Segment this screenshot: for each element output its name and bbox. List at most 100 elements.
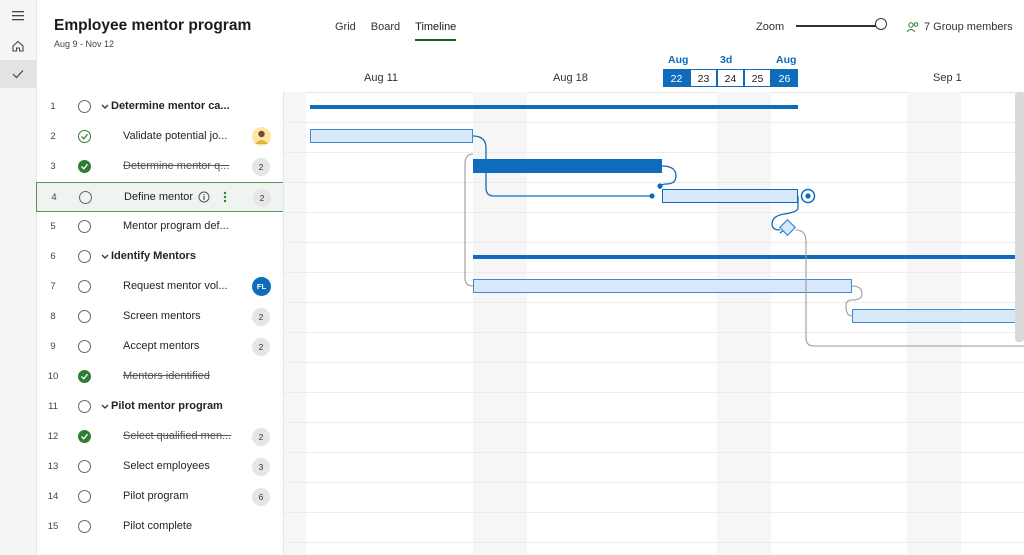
day-cell[interactable]: 26 xyxy=(771,69,798,87)
task-row[interactable]: 6 Identify Mentors xyxy=(36,242,284,272)
status-circle-icon[interactable] xyxy=(78,280,91,293)
day-cell[interactable]: 22 xyxy=(663,69,690,87)
task-row[interactable]: 8 Screen mentors 2 xyxy=(36,302,284,332)
avatar xyxy=(252,127,271,146)
day-cell[interactable]: 23 xyxy=(690,69,717,87)
status-circle-icon[interactable] xyxy=(78,460,91,473)
view-tabs: Grid Board Timeline xyxy=(335,21,471,41)
zoom-slider[interactable] xyxy=(796,25,882,27)
task-row[interactable]: 5 Mentor program def... xyxy=(36,212,284,242)
date-range: Aug 9 - Nov 12 xyxy=(54,39,115,49)
info-icon[interactable] xyxy=(198,191,210,203)
hamburger-icon[interactable] xyxy=(0,2,36,30)
status-done-icon[interactable] xyxy=(78,430,91,443)
task-name: Mentors identified xyxy=(123,370,210,382)
attachment-badge: 2 xyxy=(252,338,270,356)
day-cell[interactable]: 25 xyxy=(744,69,771,87)
task-row[interactable]: 14 Pilot program 6 xyxy=(36,482,284,512)
task-number: 3 xyxy=(50,161,56,172)
attachment-badge: 6 xyxy=(252,488,270,506)
status-check-icon[interactable] xyxy=(78,130,91,143)
zoom-slider-thumb[interactable] xyxy=(875,18,887,30)
task-name: Pilot complete xyxy=(123,520,193,532)
status-circle-icon[interactable] xyxy=(78,100,91,113)
status-circle-icon[interactable] xyxy=(78,400,91,413)
task-row[interactable]: 9 Accept mentors 2 xyxy=(36,332,284,362)
status-circle-icon[interactable] xyxy=(78,490,91,503)
task-name: Pilot mentor program xyxy=(111,400,223,412)
people-icon xyxy=(906,22,919,33)
date-label: Aug 11 xyxy=(364,72,399,84)
more-vertical-icon[interactable] xyxy=(223,191,227,203)
task-name: Screen mentors xyxy=(123,310,201,322)
home-icon[interactable] xyxy=(0,32,36,60)
group-members-label: 7 Group members xyxy=(924,21,1013,33)
task-name: Accept mentors xyxy=(123,340,200,352)
task-name: Select qualified men... xyxy=(123,430,232,442)
status-circle-icon[interactable] xyxy=(78,220,91,233)
task-number: 2 xyxy=(50,131,56,142)
task-name: Select employees xyxy=(123,460,210,472)
pane-divider xyxy=(283,92,284,555)
task-row[interactable]: 15 Pilot complete xyxy=(36,512,284,542)
status-circle-icon[interactable] xyxy=(78,340,91,353)
task-number: 6 xyxy=(50,251,56,262)
attachment-badge: 2 xyxy=(253,189,271,207)
attachment-badge: 3 xyxy=(252,458,270,476)
task-number: 4 xyxy=(51,192,57,203)
avatar: FL xyxy=(252,277,271,296)
timeline-grid xyxy=(284,92,1024,555)
status-done-icon[interactable] xyxy=(78,160,91,173)
tab-board[interactable]: Board xyxy=(371,21,400,41)
selection-end-month: Aug xyxy=(776,54,797,66)
task-name: Mentor program def... xyxy=(123,220,229,232)
status-circle-icon[interactable] xyxy=(78,520,91,533)
task-name: Define mentor xyxy=(124,191,194,203)
tab-timeline[interactable]: Timeline xyxy=(415,21,457,41)
left-rail xyxy=(0,0,37,555)
task-row[interactable]: 1 Determine mentor ca... xyxy=(36,92,284,122)
task-row-selected[interactable]: 4 Define mentor 2 xyxy=(36,182,284,212)
task-name: Identify Mentors xyxy=(111,250,196,262)
day-cell[interactable]: 24 xyxy=(717,69,744,87)
task-name: Determine mentor ca... xyxy=(111,100,230,112)
task-number: 5 xyxy=(50,221,56,232)
task-row[interactable]: 7 Request mentor vol... FL xyxy=(36,272,284,302)
task-number: 10 xyxy=(47,371,59,382)
task-number: 8 xyxy=(50,311,56,322)
vertical-scrollbar[interactable] xyxy=(1015,92,1024,342)
task-row[interactable]: 3 Determine mentor q... 2 xyxy=(36,152,284,182)
status-circle-icon[interactable] xyxy=(78,250,91,263)
tab-grid[interactable]: Grid xyxy=(335,21,356,41)
task-number: 7 xyxy=(50,281,56,292)
task-number: 15 xyxy=(47,521,59,532)
chevron-down-icon[interactable] xyxy=(101,404,109,410)
chevron-down-icon[interactable] xyxy=(101,104,109,110)
task-number: 1 xyxy=(50,101,56,112)
status-circle-icon[interactable] xyxy=(79,191,92,204)
task-name: Validate potential jo... xyxy=(123,130,228,142)
zoom-label: Zoom xyxy=(756,21,785,33)
task-number: 11 xyxy=(48,401,58,412)
task-number: 14 xyxy=(47,491,59,502)
task-row[interactable]: 2 Validate potential jo... xyxy=(36,122,284,152)
attachment-badge: 2 xyxy=(252,158,270,176)
attachment-badge: 2 xyxy=(252,308,270,326)
task-number: 12 xyxy=(47,431,59,442)
status-circle-icon[interactable] xyxy=(78,310,91,323)
date-label: Aug 18 xyxy=(553,72,588,84)
task-name: Determine mentor q... xyxy=(123,160,230,172)
checkmark-icon[interactable] xyxy=(0,60,36,88)
task-name: Pilot program xyxy=(123,490,189,502)
group-members-button[interactable]: 7 Group members xyxy=(906,21,1013,33)
task-row[interactable]: 13 Select employees 3 xyxy=(36,452,284,482)
task-row[interactable]: 11 Pilot mentor program xyxy=(36,392,284,422)
page-title: Employee mentor program xyxy=(54,17,252,34)
task-name: Request mentor vol... xyxy=(123,280,228,292)
task-row[interactable]: 12 Select qualified men... 2 xyxy=(36,422,284,452)
status-done-icon[interactable] xyxy=(78,370,91,383)
chevron-down-icon[interactable] xyxy=(101,254,109,260)
date-label: Sep 1 xyxy=(933,72,962,84)
selection-start-month: Aug xyxy=(668,54,689,66)
task-row[interactable]: 10 Mentors identified xyxy=(36,362,284,392)
